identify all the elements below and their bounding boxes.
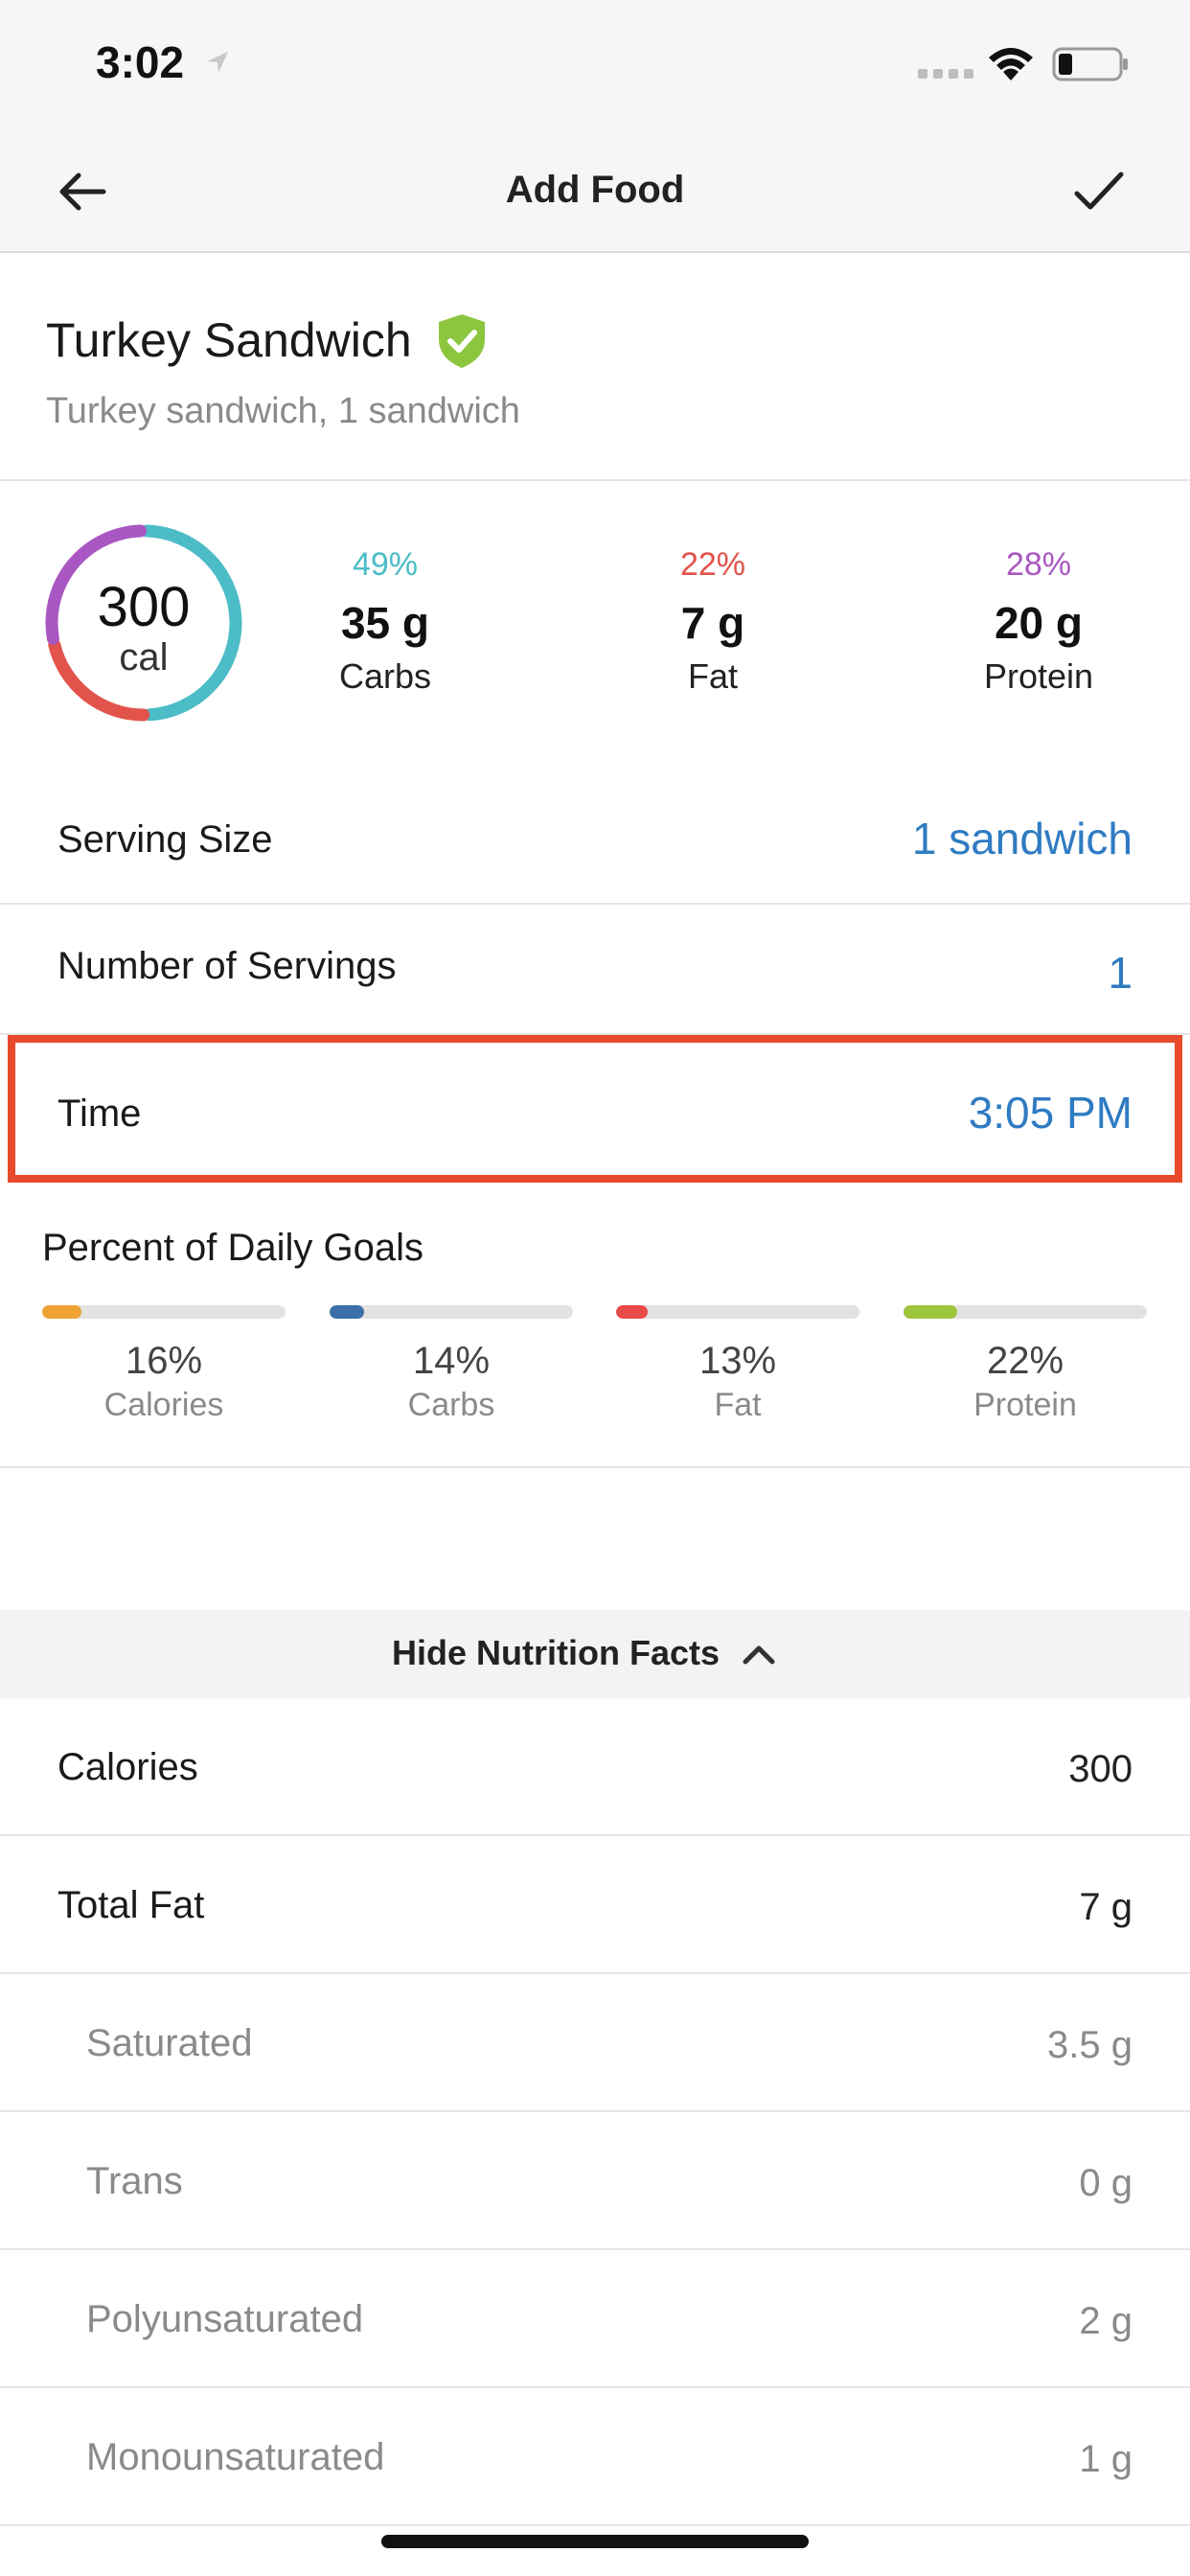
goal-progress-bar: [616, 1305, 859, 1319]
nutrition-value: 7 g: [1079, 1886, 1133, 1928]
goal-label: Fat: [714, 1387, 762, 1423]
status-time: 3:02: [96, 37, 185, 87]
nutrition-label: Polyunsaturated: [86, 2298, 364, 2340]
nutrition-label: Trans: [86, 2160, 183, 2202]
goal-progress-bar: [904, 1305, 1147, 1319]
food-name: Turkey Sandwich: [46, 313, 412, 367]
goal-progress-bar: [42, 1305, 286, 1319]
nav-bar: Add Food: [0, 134, 1190, 253]
nutrition-label: Calories: [57, 1746, 198, 1788]
nutrition-value: 2 g: [1079, 2300, 1133, 2342]
goal-label: Carbs: [407, 1387, 495, 1423]
wifi-icon: [989, 48, 1033, 80]
goal-percent: 13%: [698, 1340, 777, 1382]
macro-value: 7 g: [680, 598, 745, 648]
goal-percent: 14%: [412, 1340, 491, 1382]
macro-carbs: 49% 35 g Carbs: [270, 546, 500, 697]
nutrition-row-polyunsaturated: Polyunsaturated 2 g: [0, 2250, 1190, 2388]
goal-fat: 13% Fat: [616, 1305, 859, 1424]
verified-shield-icon: [439, 314, 485, 368]
serving-size-value[interactable]: 1 sandwich: [912, 813, 1133, 864]
cellular-signal-icon: [918, 69, 973, 79]
chevron-up-icon: [743, 1645, 775, 1665]
nutrition-value: 1 g: [1079, 2438, 1133, 2480]
macro-fat: 22% 7 g Fat: [598, 546, 828, 697]
goal-progress-bar: [330, 1305, 573, 1319]
servings-label: Number of Servings: [57, 945, 397, 987]
nutrition-row-total-fat: Total Fat 7 g: [0, 1836, 1190, 1974]
macro-summary: 300 cal 49% 35 g Carbs 22% 7 g Fat 28% 2…: [0, 483, 1190, 751]
daily-goals-title: Percent of Daily Goals: [42, 1227, 423, 1269]
goal-progress-fill: [330, 1305, 364, 1319]
nutrition-row-trans: Trans 0 g: [0, 2112, 1190, 2250]
goal-label: Protein: [973, 1387, 1077, 1423]
hide-nutrition-toggle[interactable]: Hide Nutrition Facts: [0, 1610, 1190, 1698]
battery-icon: [1052, 47, 1128, 81]
checkmark-icon[interactable]: [1069, 163, 1127, 220]
servings-row[interactable]: Number of Servings 1: [0, 905, 1190, 1035]
nutrition-label: Saturated: [86, 2022, 253, 2064]
nutrition-value: 3.5 g: [1047, 2024, 1133, 2066]
home-indicator: [381, 2535, 809, 2548]
macro-label: Carbs: [338, 656, 432, 696]
goal-progress-fill: [904, 1305, 957, 1319]
macro-percent: 28%: [1005, 546, 1072, 583]
goal-percent: 22%: [986, 1340, 1064, 1382]
macro-label: Fat: [687, 656, 738, 696]
nutrition-row-monounsaturated: Monounsaturated 1 g: [0, 2388, 1190, 2526]
goal-protein: 22% Protein: [904, 1305, 1147, 1424]
nutrition-row-calories: Calories 300: [0, 1698, 1190, 1836]
serving-size-label: Serving Size: [57, 818, 273, 861]
macro-percent: 49%: [352, 546, 419, 583]
macro-value: 35 g: [340, 598, 430, 648]
food-description: Turkey sandwich, 1 sandwich: [46, 391, 520, 431]
servings-value[interactable]: 1: [1108, 947, 1133, 999]
divider: [0, 1466, 1190, 1468]
food-header: Turkey Sandwich Turkey sandwich, 1 sandw…: [0, 255, 1190, 481]
goal-label: Calories: [103, 1387, 224, 1423]
time-row-highlight: [8, 1035, 1182, 1183]
serving-size-row[interactable]: Serving Size 1 sandwich: [0, 776, 1190, 905]
goal-carbs: 14% Carbs: [330, 1305, 573, 1424]
goal-calories: 16% Calories: [42, 1305, 286, 1424]
hide-nutrition-label: Hide Nutrition Facts: [391, 1633, 721, 1672]
calories-total: 300: [97, 576, 191, 638]
nutrition-label: Monounsaturated: [86, 2436, 385, 2478]
location-arrow-icon: [207, 52, 228, 73]
goal-progress-fill: [42, 1305, 81, 1319]
nutrition-row-saturated: Saturated 3.5 g: [0, 1974, 1190, 2112]
goal-percent: 16%: [125, 1340, 203, 1382]
status-bar: 3:02: [0, 0, 1190, 134]
nutrition-value: 300: [1068, 1748, 1133, 1790]
nutrition-label: Total Fat: [57, 1884, 205, 1926]
macro-value: 20 g: [994, 598, 1084, 648]
page-title: Add Food: [505, 169, 685, 211]
goal-progress-fill: [616, 1305, 649, 1319]
macro-label: Protein: [983, 656, 1094, 696]
macro-percent: 22%: [679, 546, 746, 583]
nutrition-value: 0 g: [1079, 2162, 1133, 2204]
macro-protein: 28% 20 g Protein: [924, 546, 1154, 697]
calories-unit: cal: [119, 636, 169, 678]
